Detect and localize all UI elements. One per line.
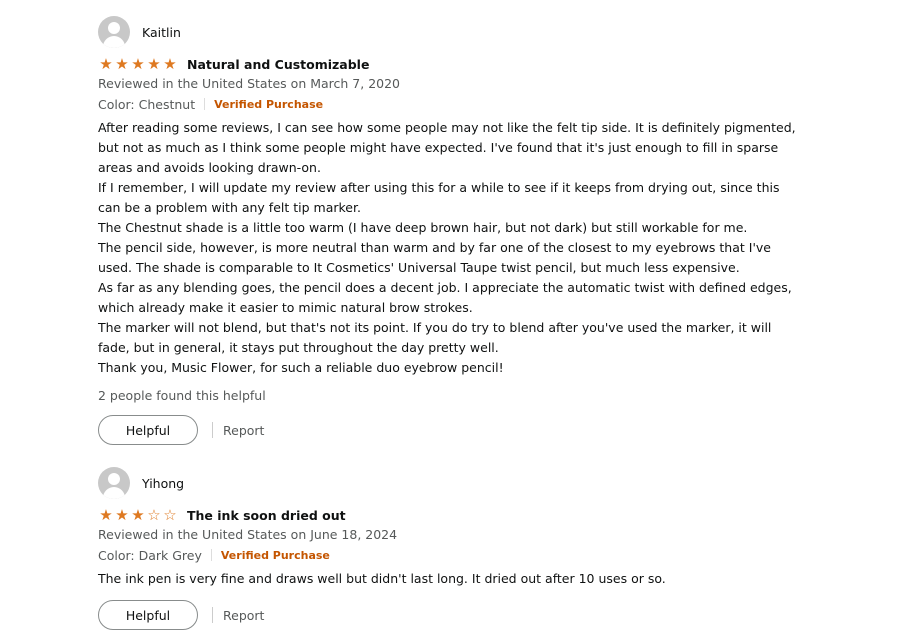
- divider: [204, 98, 206, 110]
- star-filled-icon: ★: [163, 55, 177, 73]
- star-empty-icon: ☆: [163, 506, 177, 524]
- avatar: [98, 467, 130, 499]
- star-filled-icon: ★: [147, 55, 161, 73]
- review-paragraph: If I remember, I will update my review a…: [98, 180, 780, 215]
- review-paragraph: As far as any blending goes, the pencil …: [98, 280, 792, 315]
- review-paragraph: The ink pen is very fine and draws well …: [98, 571, 666, 586]
- divider: [212, 422, 213, 438]
- review-date: Reviewed in the United States on June 18…: [98, 527, 398, 542]
- star-rating[interactable]: ★ ★ ★ ☆ ☆: [98, 507, 178, 523]
- review-paragraph: Thank you, Music Flower, for such a reli…: [98, 360, 504, 375]
- report-link[interactable]: Report: [223, 608, 264, 623]
- review-title[interactable]: Natural and Customizable: [187, 57, 369, 72]
- star-rating[interactable]: ★ ★ ★ ★ ★: [98, 56, 178, 72]
- avatar: [98, 16, 130, 48]
- star-filled-icon: ★: [99, 55, 113, 73]
- helpful-button[interactable]: Helpful: [98, 415, 198, 445]
- star-filled-icon: ★: [131, 55, 145, 73]
- divider: [212, 607, 213, 623]
- reviewer-profile[interactable]: Kaitlin: [98, 16, 798, 48]
- review-paragraph: After reading some reviews, I can see ho…: [98, 120, 796, 175]
- star-filled-icon: ★: [115, 506, 129, 524]
- divider: [210, 549, 212, 561]
- reviewer-profile[interactable]: Yihong: [98, 467, 798, 499]
- review-card: Kaitlin ★ ★ ★ ★ ★ Natural and Customizable R…: [98, 16, 798, 445]
- review-body: After reading some reviews, I can see ho…: [98, 118, 798, 378]
- star-filled-icon: ★: [99, 506, 113, 524]
- helpful-count: 2 people found this helpful: [98, 388, 266, 403]
- report-link[interactable]: Report: [223, 423, 264, 438]
- star-empty-icon: ☆: [147, 506, 161, 524]
- variant-label[interactable]: Color: Chestnut: [98, 97, 195, 112]
- star-filled-icon: ★: [131, 506, 145, 524]
- review-date: Reviewed in the United States on March 7…: [98, 76, 401, 91]
- variant-label[interactable]: Color: Dark Grey: [98, 548, 202, 563]
- review-body: The ink pen is very fine and draws well …: [98, 569, 798, 589]
- review-card: Yihong ★ ★ ★ ☆ ☆ The ink soon dried out Revi…: [98, 467, 798, 630]
- review-paragraph: The marker will not blend, but that's no…: [98, 320, 772, 355]
- reviewer-name[interactable]: Kaitlin: [142, 25, 181, 40]
- verified-purchase-badge: Verified Purchase: [220, 548, 330, 562]
- review-title[interactable]: The ink soon dried out: [187, 508, 346, 523]
- review-paragraph: The pencil side, however, is more neutra…: [98, 240, 771, 275]
- star-filled-icon: ★: [115, 55, 129, 73]
- verified-purchase-badge: Verified Purchase: [214, 97, 324, 111]
- helpful-button[interactable]: Helpful: [98, 600, 198, 630]
- review-paragraph: The Chestnut shade is a little too warm …: [98, 220, 748, 235]
- reviewer-name[interactable]: Yihong: [142, 476, 184, 491]
